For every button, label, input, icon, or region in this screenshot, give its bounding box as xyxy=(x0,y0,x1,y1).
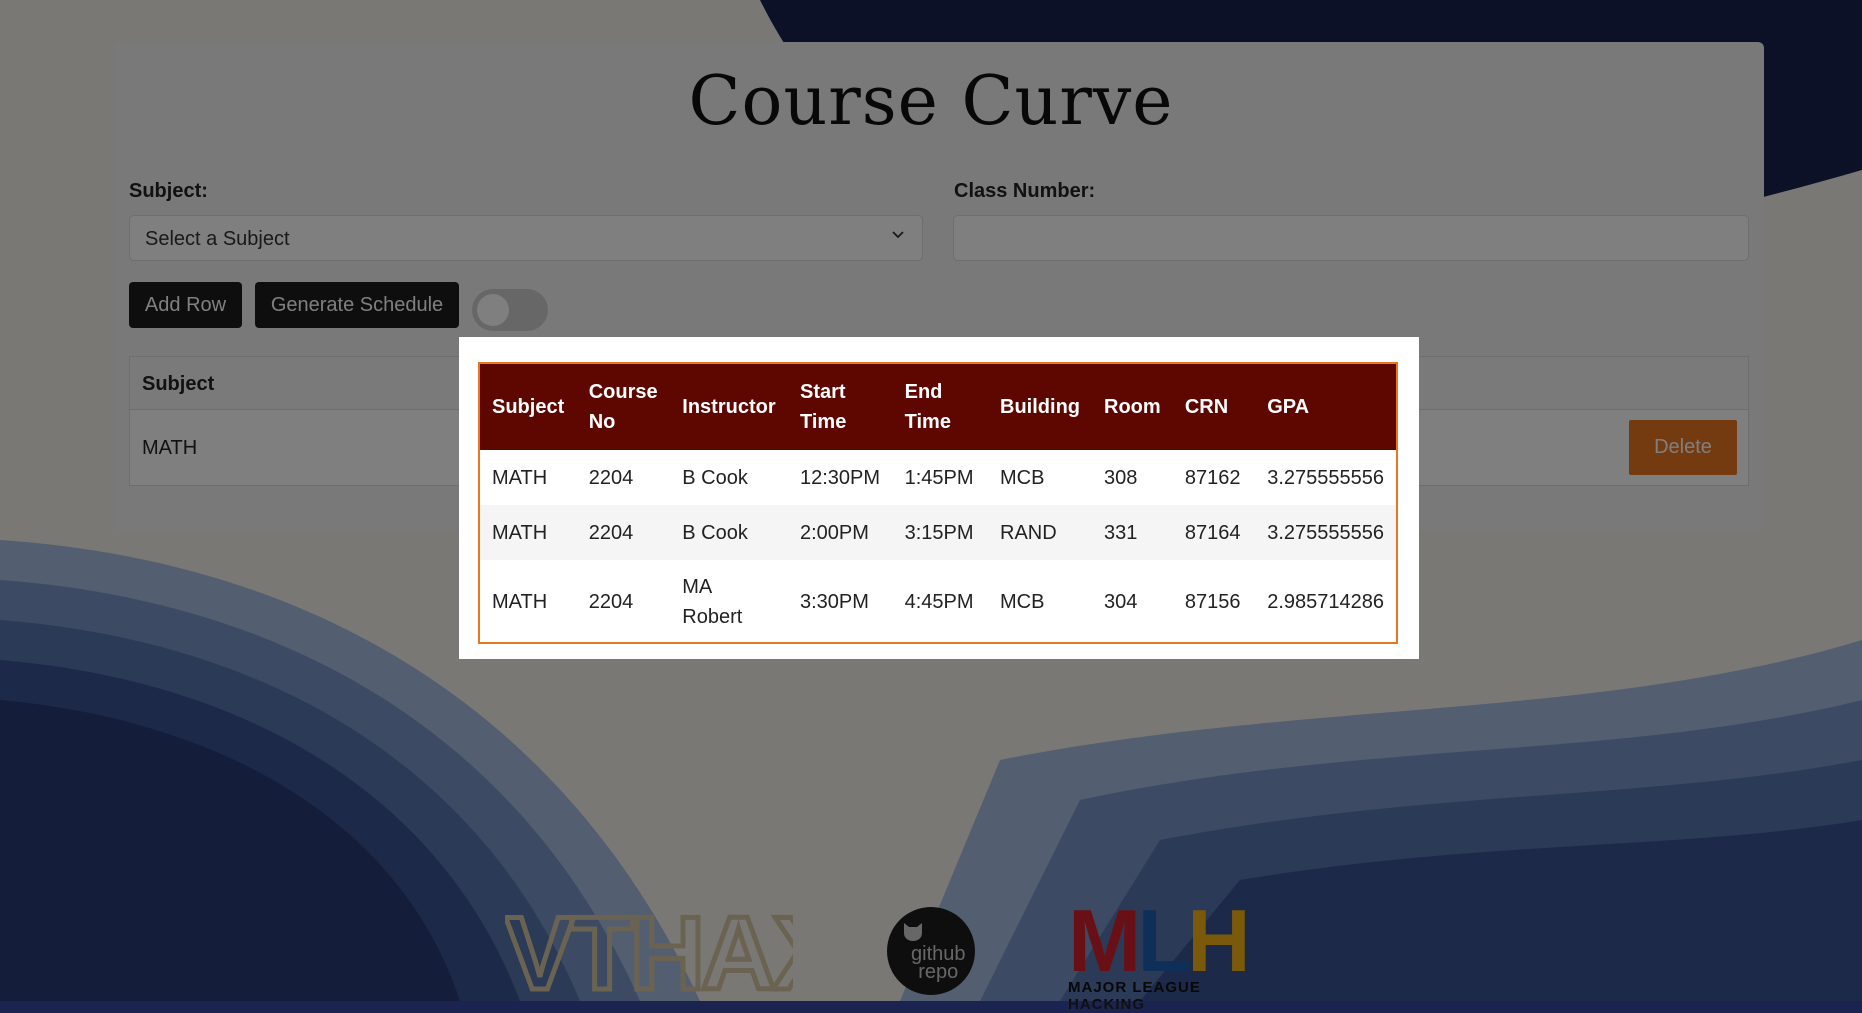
cell-course-no: 2204 xyxy=(588,591,634,613)
cell-subject: MATH xyxy=(480,505,577,560)
table-row: MATH 2204 B Cook 2:00PM 3:15PM RAND 331 … xyxy=(480,505,1396,560)
cell-start-time: 3:30PM xyxy=(800,591,869,613)
schedule-table: Subject Course No Instructor Start Time … xyxy=(480,364,1396,642)
cell-end-time: 4:45PM xyxy=(904,591,974,613)
schedule-table-frame: Subject Course No Instructor Start Time … xyxy=(478,362,1398,644)
cell-building: RAND xyxy=(988,505,1092,560)
cell-crn: 87164 xyxy=(1172,505,1256,560)
cell-building: MCB xyxy=(1000,591,1045,613)
table-row: MATH 2204 B Cook 12:30PM 1:45PM MCB 308 … xyxy=(480,450,1396,505)
header-building: Building xyxy=(988,364,1092,450)
schedule-modal: Subject Course No Instructor Start Time … xyxy=(459,337,1419,659)
cell-end-time: 1:45PM xyxy=(904,466,974,489)
cell-crn: 87156 xyxy=(1184,591,1241,613)
cell-subject: MATH xyxy=(492,591,548,613)
cell-course-no: 2204 xyxy=(576,505,671,560)
schedule-table-header-row: Subject Course No Instructor Start Time … xyxy=(480,364,1396,450)
cell-start-time: 2:00PM xyxy=(788,505,893,560)
header-instructor: Instructor xyxy=(670,364,788,450)
cell-instructor: B Cook xyxy=(670,505,788,560)
header-room: Room xyxy=(1092,364,1173,450)
header-start-time: Start Time xyxy=(788,364,893,450)
cell-building: MCB xyxy=(1000,466,1045,489)
header-gpa: GPA xyxy=(1255,364,1396,450)
cell-room: 304 xyxy=(1104,591,1138,613)
header-course-no: Course No xyxy=(576,364,671,450)
header-subject: Subject xyxy=(480,364,577,450)
cell-gpa: 3.275555556 xyxy=(1255,505,1396,560)
cell-gpa: 2.985714286 xyxy=(1267,591,1384,613)
cell-subject: MATH xyxy=(492,466,548,489)
cell-crn: 87162 xyxy=(1184,466,1241,489)
header-crn: CRN xyxy=(1172,364,1256,450)
header-end-time: End Time xyxy=(892,364,989,450)
cell-room: 331 xyxy=(1092,505,1173,560)
cell-room: 308 xyxy=(1104,466,1138,489)
cell-instructor: MA Robert xyxy=(682,576,743,628)
cell-start-time: 12:30PM xyxy=(800,466,881,489)
cell-gpa: 3.275555556 xyxy=(1267,466,1384,489)
cell-instructor: B Cook xyxy=(682,466,748,489)
cell-course-no: 2204 xyxy=(588,466,634,489)
cell-end-time: 3:15PM xyxy=(892,505,989,560)
table-row: MATH 2204 MA Robert 3:30PM 4:45PM MCB 30… xyxy=(480,560,1396,642)
